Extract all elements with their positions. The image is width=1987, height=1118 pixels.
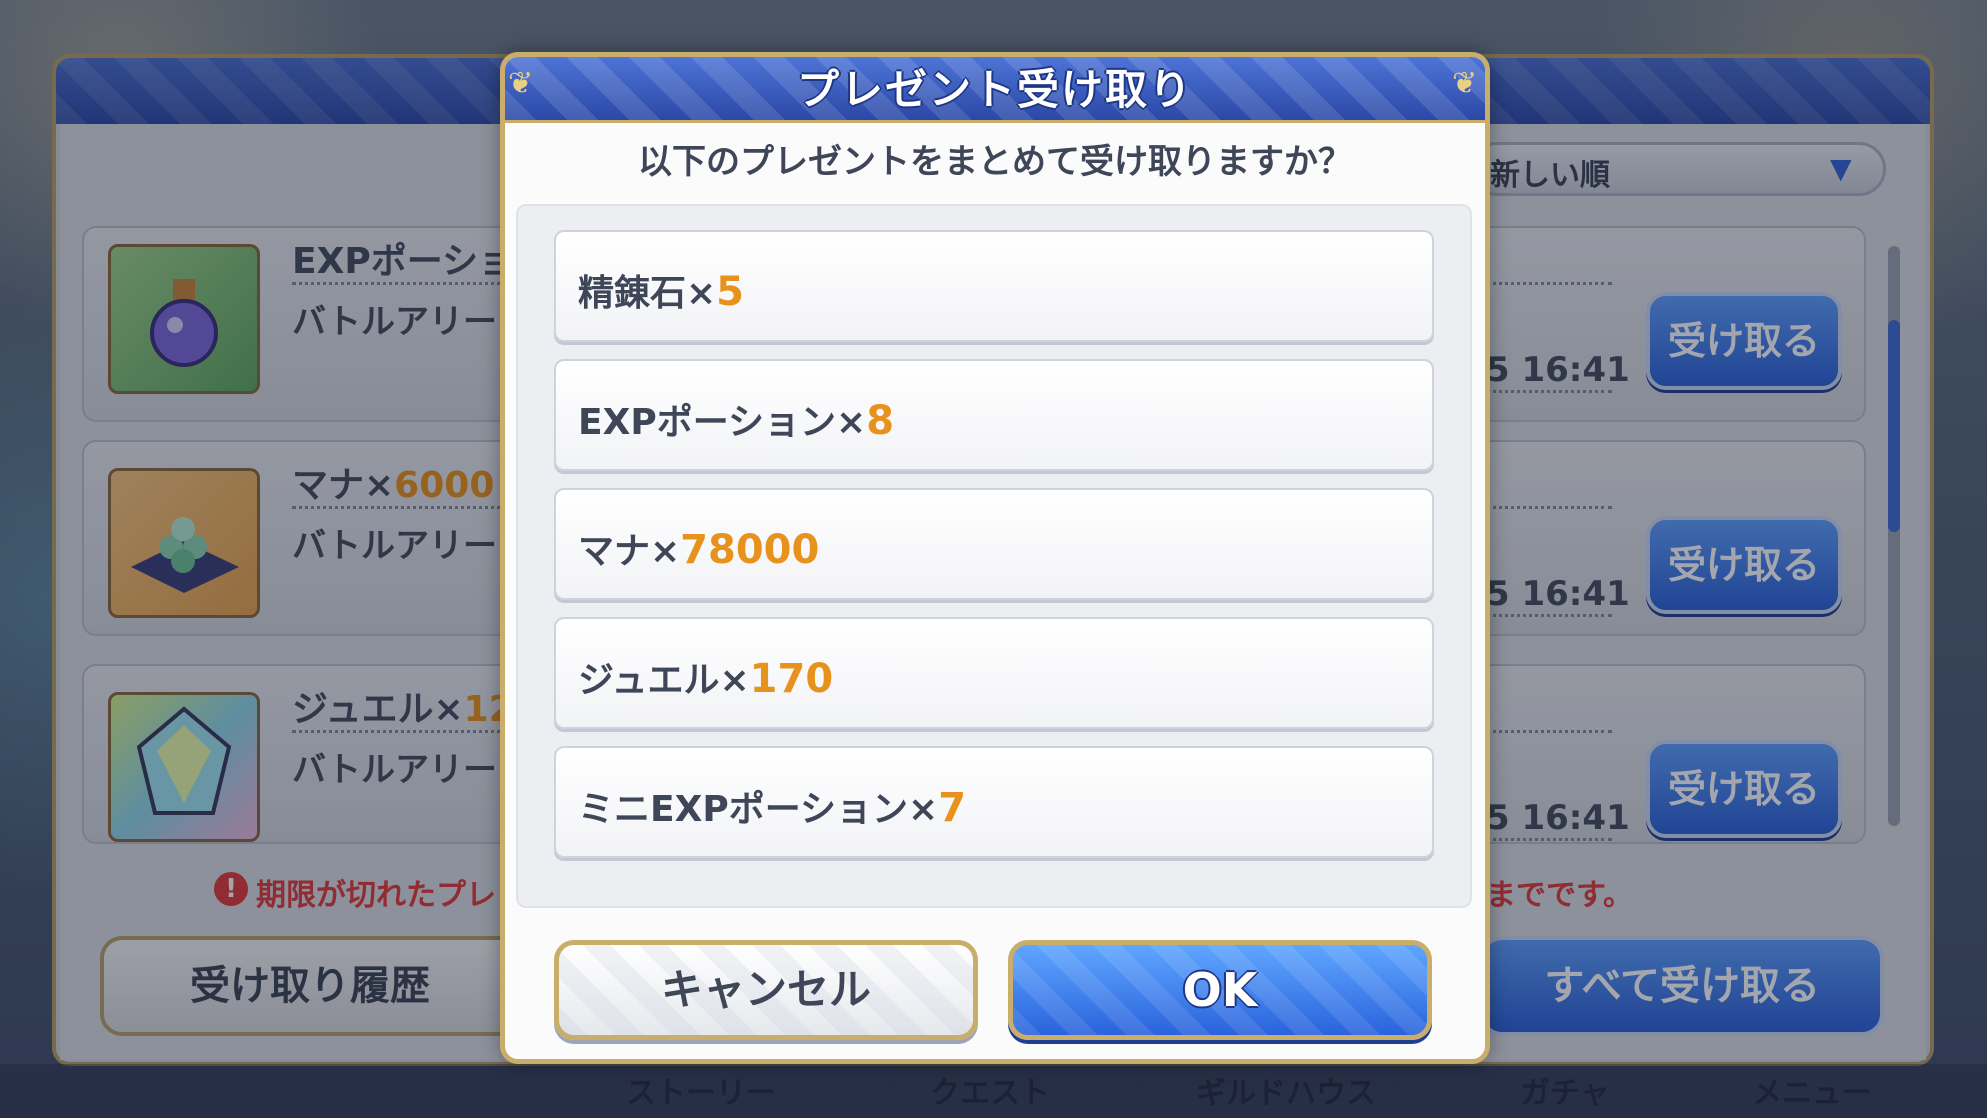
summary-item-label: EXPポーション×8 xyxy=(578,398,895,444)
cancel-button[interactable]: キャンセル xyxy=(554,940,978,1040)
ok-button[interactable]: OK xyxy=(1008,940,1432,1040)
dialog-title: プレゼント受け取り xyxy=(796,65,1193,114)
summary-item-label: ミニEXPポーション×7 xyxy=(578,785,967,831)
dialog-question: 以下のプレゼントをまとめて受け取りますか？ xyxy=(638,142,1352,182)
summary-item-label: マナ×78000 xyxy=(578,527,820,573)
summary-item-label: 精錬石×5 xyxy=(578,269,745,315)
summary-item-label: ジュエル×170 xyxy=(578,656,834,702)
